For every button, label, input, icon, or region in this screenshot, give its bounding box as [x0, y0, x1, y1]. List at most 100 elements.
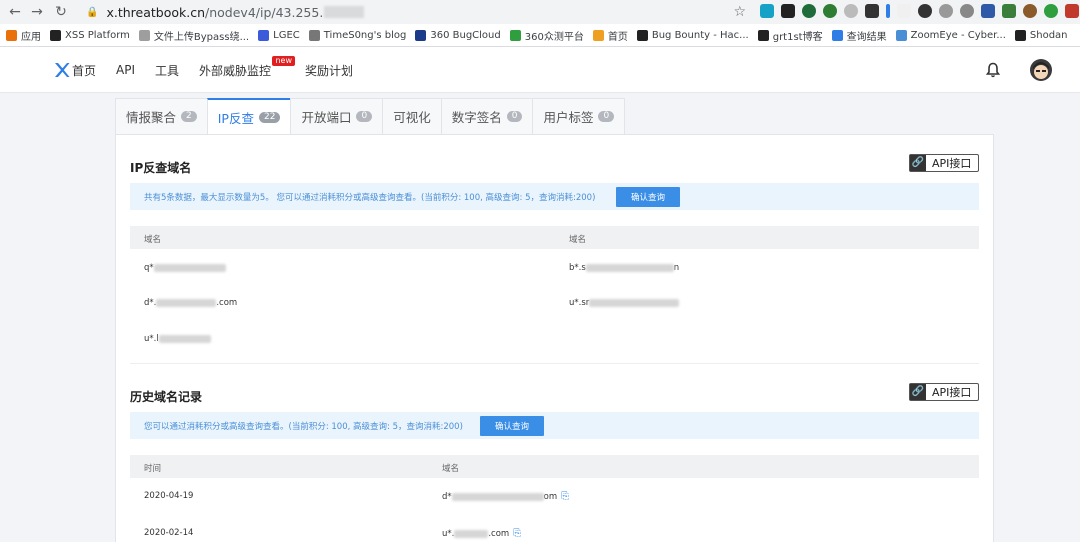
bookmarks-bar: 应用 XSS Platform 文件上传Bypass绕... LGEC TimeS0ng… [0, 24, 1080, 47]
redaction [153, 263, 226, 272]
count-badge: 0 [506, 111, 523, 122]
bookmark-label: Bug Bounty - Hac... [651, 29, 749, 41]
content-panel: IP反查域名 🔗 API接口 共有5条数据，最大显示数量为5。 您可以通过消耗积分… [115, 134, 994, 542]
bookmark-item[interactable]: 首页 [592, 28, 628, 43]
bookmark-item[interactable]: grt1st博客 [757, 28, 823, 43]
lgec-icon [258, 29, 270, 41]
tab-label: IP反查 [217, 110, 254, 126]
threatbook-logo-icon[interactable] [54, 62, 70, 78]
extension-icon[interactable] [802, 4, 816, 18]
nav-home[interactable]: 首页 [72, 62, 96, 79]
column-header-domain-right: 域名 [569, 235, 587, 245]
notice-text: 您可以通过消耗积分或高级查询查看。(当前积分: 100, 高级查询: 5，查询消… [144, 421, 463, 432]
extension-icon[interactable] [981, 4, 995, 18]
bookmark-item[interactable]: Bug Bounty - Hac... [636, 29, 749, 41]
browser-toolbar: ← → ↻ 🔒 x.threatbook.cn/nodev4/ip/43.255… [0, 0, 1080, 24]
extension-icon[interactable] [886, 4, 890, 18]
x-logo-icon [831, 29, 843, 41]
extension-icon[interactable] [760, 4, 774, 18]
bookmark-item[interactable]: 360 BugCloud [415, 29, 501, 41]
domain-cell: u*.sr [569, 298, 680, 308]
column-header-time: 时间 [144, 464, 162, 474]
github-icon [757, 29, 769, 41]
confirm-query-button[interactable]: 确认查询 [480, 416, 544, 436]
tab-label: 情报聚合 [126, 110, 177, 125]
api-button[interactable]: 🔗 API接口 [909, 383, 979, 401]
bookmark-item[interactable]: 查询结果 [831, 28, 887, 43]
tab-intel[interactable]: 情报聚合 2 [115, 98, 207, 135]
count-badge: 0 [356, 111, 373, 122]
tab-ip-reverse[interactable]: IP反查 22 [206, 98, 291, 135]
redaction [589, 298, 680, 307]
extension-icon[interactable] [823, 4, 837, 18]
redaction [158, 334, 211, 343]
bookmark-item[interactable]: XSS Platform [50, 29, 130, 41]
extension-icon[interactable] [960, 4, 974, 18]
tab-signatures[interactable]: 数字签名 0 [440, 98, 533, 135]
extension-icon[interactable] [1023, 4, 1037, 18]
bookmark-label: 查询结果 [846, 31, 887, 43]
bookmark-item[interactable]: 360众测平台 [509, 28, 584, 43]
extension-icon[interactable] [781, 4, 795, 18]
section-title-history: 历史域名记录 [130, 390, 203, 404]
bookmark-item[interactable]: ZoomEye - Cyber... [895, 29, 1006, 41]
bookmark-label: Shodan [1029, 29, 1068, 41]
domain-cell: b*.s n [569, 263, 680, 273]
bookmark-item[interactable]: 文件上传Bypass绕... [138, 28, 249, 43]
nav-tools[interactable]: 工具 [155, 62, 179, 79]
redaction [454, 529, 489, 538]
extension-icon[interactable] [918, 4, 932, 18]
bookmark-item[interactable]: Shodan [1014, 29, 1068, 41]
nav-rewards[interactable]: 奖励计划 [305, 62, 353, 79]
back-icon[interactable]: ← [4, 0, 26, 24]
domain-cell: d* om ⎘ [442, 491, 570, 502]
count-badge: 22 [258, 111, 281, 123]
date-cell: 2020-02-14 [144, 528, 194, 538]
avatar[interactable] [1030, 59, 1052, 81]
reload-icon[interactable]: ↻ [50, 0, 72, 24]
tab-user-tags[interactable]: 用户标签 0 [532, 98, 626, 135]
lock-icon: 🔒 [86, 6, 99, 18]
main-nav: 首页 API 工具 外部威胁监控 new 奖励计划 [72, 47, 373, 93]
extension-icon[interactable] [844, 4, 858, 18]
bell-icon[interactable] [985, 62, 1001, 78]
external-link-icon[interactable]: ⎘ [561, 491, 569, 502]
nav-api[interactable]: API [116, 63, 135, 77]
count-badge: 0 [598, 111, 615, 122]
tab-label: 开放端口 [301, 110, 352, 125]
section-title-reverse: IP反查域名 [130, 161, 192, 175]
nav-external-threat[interactable]: 外部威胁监控 new [199, 55, 296, 79]
api-button[interactable]: 🔗 API接口 [909, 154, 979, 172]
extension-icon[interactable] [1044, 4, 1058, 18]
redaction [585, 263, 674, 272]
apps-icon [6, 29, 17, 41]
domain-cell: q* [144, 263, 226, 273]
tab-visualize[interactable]: 可视化 [382, 98, 441, 135]
section-divider [130, 363, 979, 364]
bookmark-item[interactable]: TimeS0ng's blog [308, 29, 407, 41]
h-icon [636, 29, 648, 41]
x-icon [50, 29, 61, 41]
api-button-label: API接口 [932, 386, 972, 399]
new-badge: new [272, 55, 296, 66]
extension-icon[interactable] [1065, 4, 1079, 18]
bookmark-item[interactable]: 应用 [6, 28, 41, 43]
bookmark-item[interactable]: LGEC [258, 29, 300, 41]
extension-icon[interactable] [865, 4, 879, 18]
external-link-icon[interactable]: ⎘ [513, 528, 521, 539]
tab-label: 数字签名 [451, 110, 502, 125]
triangle-icon [415, 29, 427, 41]
extension-icon[interactable] [897, 4, 911, 18]
bookmark-label: TimeS0ng's blog [323, 29, 407, 41]
column-header-domain: 域名 [144, 235, 162, 245]
bookmark-star-icon[interactable]: ☆ [733, 2, 746, 22]
forward-icon[interactable]: → [26, 0, 48, 24]
address-bar[interactable]: 🔒 x.threatbook.cn/nodev4/ip/43.255. ☆ [80, 2, 748, 22]
nav-external-threat-label: 外部威胁监控 [199, 63, 272, 78]
confirm-query-button[interactable]: 确认查询 [616, 187, 680, 207]
tab-label: 用户标签 [543, 110, 594, 125]
tab-open-ports[interactable]: 开放端口 0 [290, 98, 383, 135]
extension-icon[interactable] [939, 4, 953, 18]
url-text: x.threatbook.cn/nodev4/ip/43.255. [106, 4, 324, 20]
extension-icon[interactable] [1002, 4, 1016, 18]
